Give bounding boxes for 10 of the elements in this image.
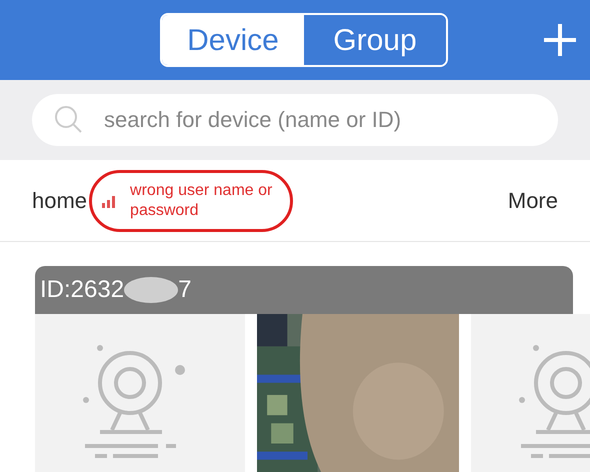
group-name[interactable]: home	[32, 184, 88, 217]
search-field[interactable]: search for device (name or ID)	[32, 94, 558, 146]
add-icon[interactable]	[542, 22, 578, 58]
device-id-end: 7	[178, 275, 192, 305]
thumbnail[interactable]	[35, 314, 245, 472]
blur-mark	[124, 276, 178, 304]
error-message: wrong user name or password	[130, 180, 274, 220]
tab[interactable]: Device	[162, 15, 304, 65]
more-link[interactable]: More	[508, 184, 558, 217]
device-id: ID:2632	[40, 275, 124, 305]
